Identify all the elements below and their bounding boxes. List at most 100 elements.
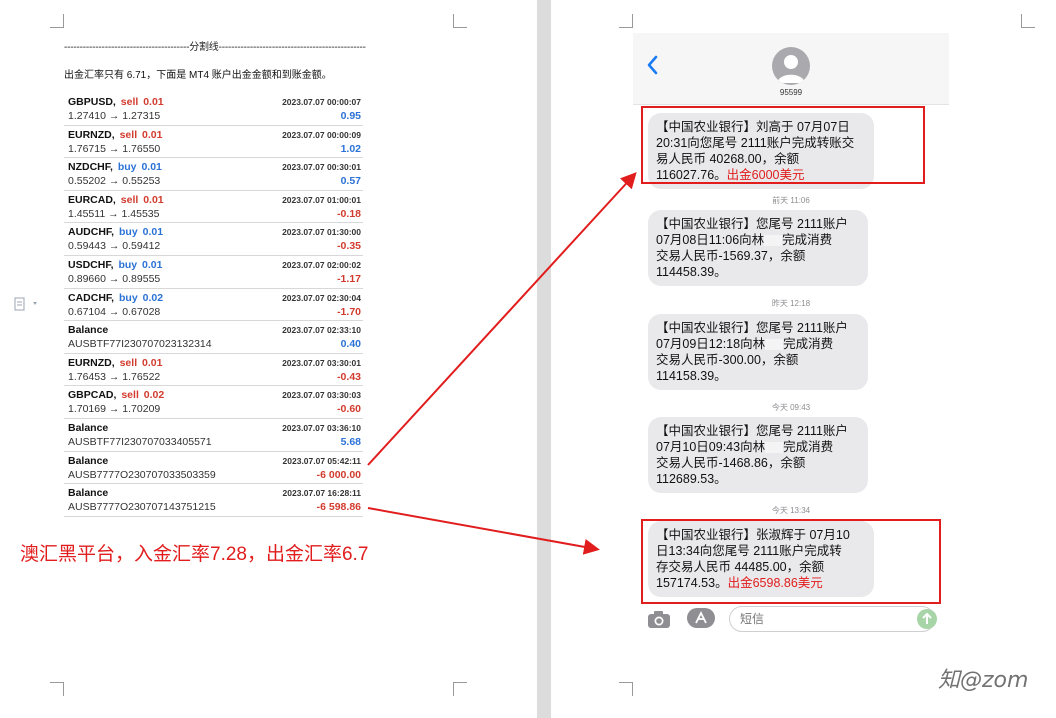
message-timestamp: 今天 09:43: [771, 403, 811, 412]
trade-row: Balance 2023.07.07 02:33:10 AUSBTF77I2307…: [64, 321, 363, 354]
message-line: 07月09日12:18向林 完成消费: [656, 336, 860, 352]
app-store-icon[interactable]: [687, 608, 715, 628]
trade-time: 2023.07.07 03:36:10: [282, 422, 361, 433]
message-timestamp: 今天 13:34: [771, 506, 811, 515]
trade-time: 2023.07.07 03:30:01: [282, 357, 361, 368]
contact-number[interactable]: 95599: [633, 88, 949, 97]
crop-mark: [50, 14, 64, 28]
trade-action: sell: [120, 193, 139, 206]
trade-time: 2023.07.07 00:00:09: [282, 129, 361, 140]
message-line: 交易人民币-1569.37，余额: [656, 249, 806, 263]
trade-symbol: GBPCAD,: [68, 389, 117, 402]
trade-header: CADCHF, buy 0.02: [68, 292, 163, 304]
trade-profit: 1.02: [340, 142, 361, 155]
conversation-header: 95599: [633, 33, 949, 105]
trade-action: buy: [117, 161, 137, 174]
trade-profit: 5.68: [340, 435, 361, 448]
trade-detail: 1.76715 → 1.76550: [68, 142, 161, 155]
message-line: 【中国农业银行】您尾号 2111账户: [656, 424, 848, 438]
trade-detail: 1.70169 → 1.70209: [68, 403, 161, 416]
trade-header: Balance: [68, 487, 108, 499]
trade-lot: 0.01: [143, 96, 164, 108]
sms-screenshot: 95599 【中国农业银行】刘高于 07月07日 20:31向您尾号 2111账户…: [633, 33, 949, 638]
message-input[interactable]: [729, 606, 935, 632]
trade-time: 2023.07.07 03:30:03: [282, 390, 361, 401]
person-icon: [777, 55, 805, 83]
trade-lot: 0.02: [142, 291, 164, 304]
trade-symbol: NZDCHF,: [68, 161, 113, 174]
trade-time: 2023.07.07 02:33:10: [282, 325, 361, 336]
message-timestamp: 昨天 12:18: [771, 299, 811, 308]
trade-time: 2023.07.07 00:00:07: [282, 97, 361, 107]
sms-bubble[interactable]: 【中国农业银行】您尾号 2111账户 07月10日09:43向林 完成消费 交易人民币…: [648, 417, 868, 493]
trade-detail: AUSBTF77I230707033405571: [68, 435, 212, 448]
trade-row: USDCHF, buy 0.01 2023.07.07 02:00:02 0.896…: [64, 256, 363, 289]
page-gutter: [537, 0, 551, 718]
trade-time: 2023.07.07 05:42:11: [282, 455, 361, 466]
trade-action: buy: [118, 258, 138, 271]
trade-symbol: GBPUSD,: [68, 96, 116, 108]
trade-detail: 0.67104 → 0.67028: [68, 305, 161, 318]
trade-row: GBPCAD, sell 0.02 2023.07.07 03:30:03 1.70…: [64, 386, 363, 419]
trade-time: 2023.07.07 02:00:02: [282, 259, 361, 270]
crop-mark: [619, 14, 633, 28]
trade-lot: 0.01: [142, 258, 163, 271]
chevron-left-icon[interactable]: [643, 51, 663, 79]
message-composer: [643, 605, 943, 635]
trade-lot: 0.01: [143, 193, 164, 206]
trade-row: AUDCHF, buy 0.01 2023.07.07 01:30:00 0.594…: [64, 223, 363, 256]
trade-row: EURNZD, sell 0.01 2023.07.07 03:30:01 1.76…: [64, 354, 363, 387]
trade-action: sell: [119, 356, 138, 369]
message-text: 07月10日09:43向林: [656, 440, 766, 454]
document-options-icon[interactable]: [14, 297, 42, 311]
trade-detail: AUSBTF77I230707023132314: [68, 338, 212, 351]
trade-detail: 0.59443 → 0.59412: [68, 240, 161, 253]
trade-row: NZDCHF, buy 0.01 2023.07.07 00:30:01 0.552…: [64, 158, 363, 191]
sms-bubble[interactable]: 【中国农业银行】您尾号 2111账户 07月09日12:18向林 完成消费 交易人民币…: [648, 314, 868, 390]
trade-profit: -6 000.00: [316, 468, 361, 481]
trade-detail: AUSB7777O230707143751215: [68, 501, 216, 514]
trade-symbol: EURNZD,: [68, 128, 115, 141]
trade-detail: 1.45511 → 1.45535: [68, 207, 160, 220]
crop-mark: [50, 682, 64, 696]
trade-action: buy: [119, 226, 138, 239]
trade-row: CADCHF, buy 0.02 2023.07.07 02:30:04 0.671…: [64, 289, 363, 322]
crop-mark: [1021, 14, 1035, 28]
trade-header: AUDCHF, buy 0.01: [68, 226, 163, 238]
trade-lot: 0.02: [143, 389, 165, 402]
annotation-caption: 澳汇黑平台，入金汇率7.28，出金汇率6.7: [20, 544, 369, 565]
message-text: 完成消费: [783, 337, 834, 351]
trade-action: sell: [121, 389, 139, 402]
trade-symbol: EURNZD,: [68, 356, 115, 369]
trade-lot: 0.01: [142, 356, 163, 369]
trade-row: GBPUSD, sell 0.01 2023.07.07 00:00:07 1.27…: [64, 93, 363, 126]
message-line: 07月08日11:06向林 完成消费: [656, 232, 860, 248]
message-text: 07月09日12:18向林: [656, 337, 766, 351]
trade-detail: AUSB7777O230707033503359: [68, 468, 216, 481]
crop-mark: [453, 682, 467, 696]
section-divider: ----------------------------------------…: [64, 42, 366, 53]
trade-header: Balance: [68, 422, 108, 434]
trade-symbol: Balance: [68, 421, 109, 434]
trade-lot: 0.01: [141, 161, 162, 174]
message-line: 【中国农业银行】您尾号 2111账户: [656, 217, 848, 231]
trade-header: USDCHF, buy 0.01: [68, 259, 162, 271]
camera-icon[interactable]: [647, 609, 671, 629]
redaction-mask: [765, 442, 784, 454]
sms-bubble[interactable]: 【中国农业银行】您尾号 2111账户 07月08日11:06向林 完成消费 交易人民币…: [648, 210, 868, 286]
trade-symbol: Balance: [68, 324, 109, 337]
send-button[interactable]: [917, 609, 937, 629]
trade-header: EURCAD, sell 0.01: [68, 194, 164, 206]
trade-detail: 1.27410 → 1.27315: [68, 110, 161, 122]
trade-profit: -6 598.86: [316, 501, 361, 514]
crop-mark: [453, 14, 467, 28]
trade-profit: -0.35: [337, 240, 361, 253]
trade-symbol: USDCHF,: [68, 258, 114, 271]
trade-detail: 0.89660 → 0.89555: [68, 272, 161, 285]
highlight-box: [641, 519, 941, 604]
trade-time: 2023.07.07 16:28:11: [282, 488, 361, 499]
message-text: 完成消费: [782, 233, 833, 247]
avatar[interactable]: [772, 47, 810, 85]
trade-profit: 0.57: [340, 175, 361, 188]
trade-header: NZDCHF, buy 0.01: [68, 161, 162, 173]
